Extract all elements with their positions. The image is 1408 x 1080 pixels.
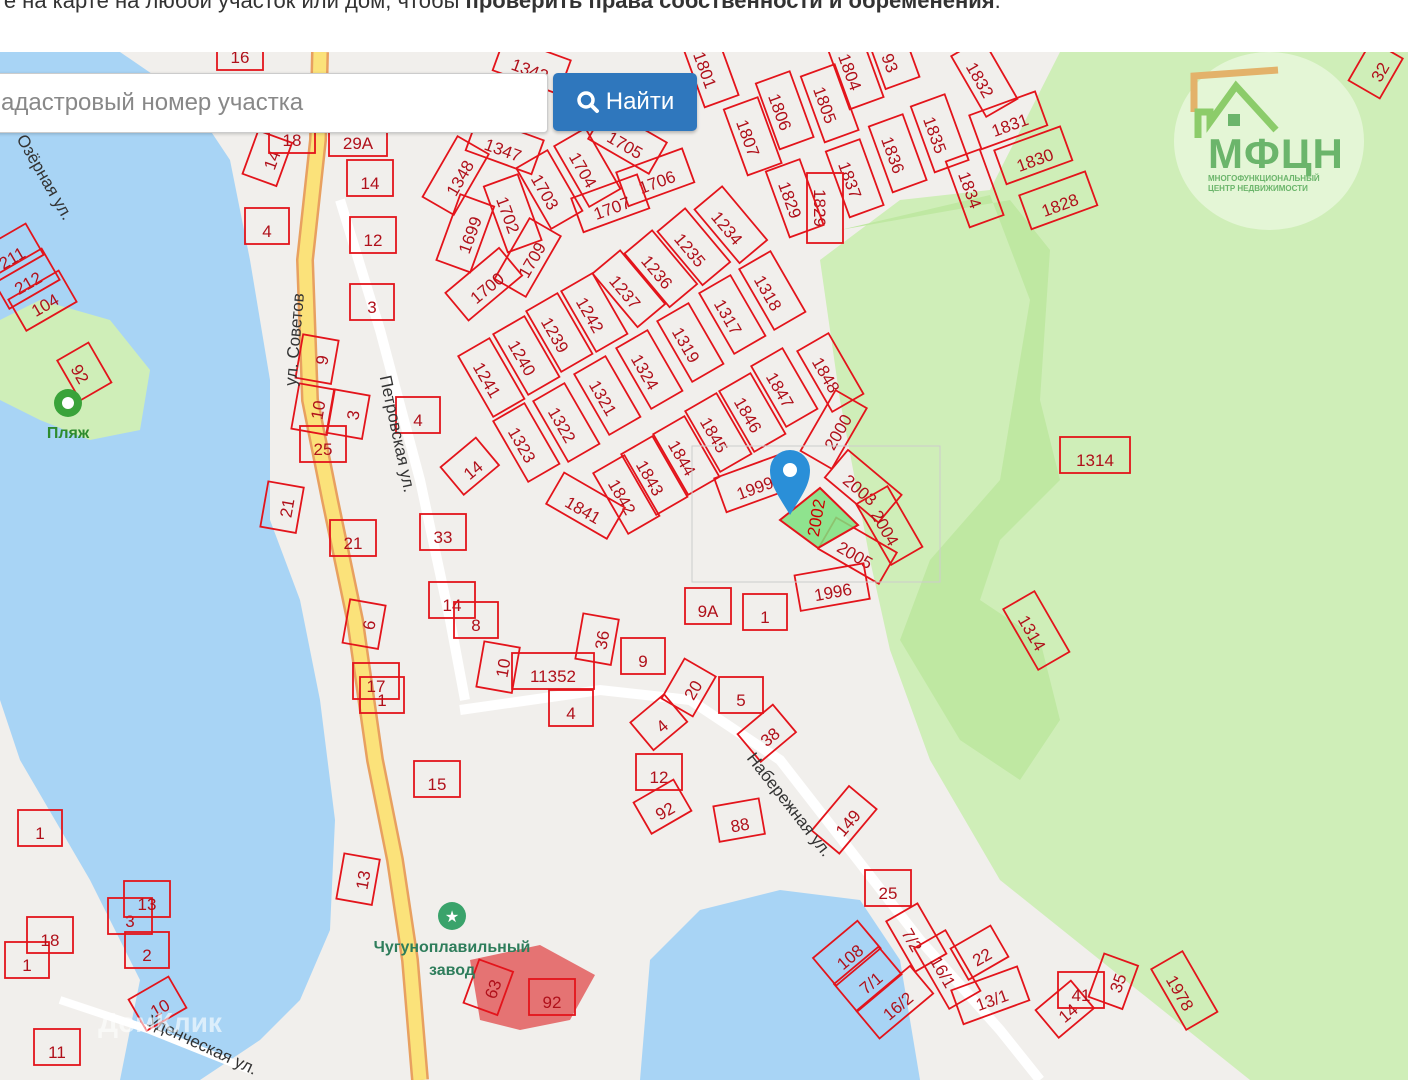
parcel-number: 5 xyxy=(736,691,745,710)
cadastral-search-field[interactable] xyxy=(0,73,548,133)
parcel-number: 92 xyxy=(543,993,562,1012)
find-button[interactable]: Найти xyxy=(553,73,697,131)
intro-text: те на карте на любой участок или дом, чт… xyxy=(0,0,1001,14)
intro-bold: проверить права собственности и обремене… xyxy=(465,0,995,13)
parcel-number: 1 xyxy=(35,824,44,843)
parcel-number: 1 xyxy=(377,691,386,710)
poi-factory-2: завод xyxy=(429,962,475,979)
parcel-number: 9A xyxy=(698,602,719,621)
parcel-number: 2 xyxy=(142,946,151,965)
parcel-number: 18 xyxy=(283,131,302,150)
parcel-number: 11352 xyxy=(530,667,576,686)
logo-subtitle: МНОГОФУНКЦИОНАЛЬНЫЙ ЦЕНТР НЕДВИЖИМОСТИ xyxy=(1208,174,1320,194)
poi-factory-1: Чугуноплавильный xyxy=(374,939,531,956)
map-watermark: ДомКлик xyxy=(98,1007,223,1038)
parcel-number: 41 xyxy=(1072,986,1091,1005)
parcel-number: 88 xyxy=(729,814,751,836)
poi-beach: Пляж xyxy=(47,425,90,442)
landmark-icon: ★ xyxy=(438,902,466,930)
parcel-number: 14 xyxy=(443,596,462,615)
logo-title: МФЦН xyxy=(1208,130,1344,177)
parcel-number: 10 xyxy=(307,399,329,421)
parcel-number: 1 xyxy=(760,608,769,627)
house-roof-icon xyxy=(1190,66,1279,138)
parcel-number: 25 xyxy=(314,440,333,459)
find-button-label: Найти xyxy=(605,88,675,115)
parcel-number: 25 xyxy=(879,884,898,903)
intro-plain: те на карте на любой участок или дом, чт… xyxy=(0,0,466,13)
parcel-number: 1 xyxy=(22,956,31,975)
parcel-number: 3 xyxy=(367,298,376,317)
beach-icon xyxy=(54,389,82,417)
parcel-number: 12 xyxy=(364,231,383,250)
parcel-number: 21 xyxy=(344,534,363,553)
parcel-number: 13 xyxy=(352,869,374,891)
logo-line1: МНОГОФУНКЦИОНАЛЬНЫЙ xyxy=(1208,174,1320,183)
parcel-number: 18 xyxy=(41,931,60,950)
parcel-number: 4 xyxy=(413,411,422,430)
parcel-number: 15 xyxy=(428,775,447,794)
parcel-number: 29A xyxy=(343,134,374,153)
parcel-number: 4 xyxy=(566,704,575,723)
intro-end: . xyxy=(994,0,1001,13)
parcel-number: 11 xyxy=(48,1043,66,1062)
cadastral-search-input[interactable] xyxy=(0,74,547,132)
parcel-number: 36 xyxy=(591,629,613,651)
parcel-number: 3 xyxy=(125,912,134,931)
mfcn-logo: МФЦН МНОГОФУНКЦИОНАЛЬНЫЙ ЦЕНТР НЕДВИЖИМОС… xyxy=(1174,52,1364,230)
parcel-number: 33 xyxy=(434,528,453,547)
svg-text:★: ★ xyxy=(445,909,459,926)
parcel-number: 21 xyxy=(276,497,298,519)
parcel-number: 4 xyxy=(262,222,271,241)
parcel-number: 8 xyxy=(471,616,480,635)
parcel-number: 14 xyxy=(361,174,380,193)
parcel-number: 1314 xyxy=(1076,451,1114,470)
logo-line2: ЦЕНТР НЕДВИЖИМОСТИ xyxy=(1208,184,1308,193)
parcel-number: 16 xyxy=(231,52,250,67)
parcel-number: 9 xyxy=(638,652,647,671)
parcel-number: 13 xyxy=(138,895,157,914)
search-icon xyxy=(577,91,599,113)
cadastral-map[interactable]: 16 1342 1801 18041806 1805180718321831183018… xyxy=(0,52,1408,1080)
